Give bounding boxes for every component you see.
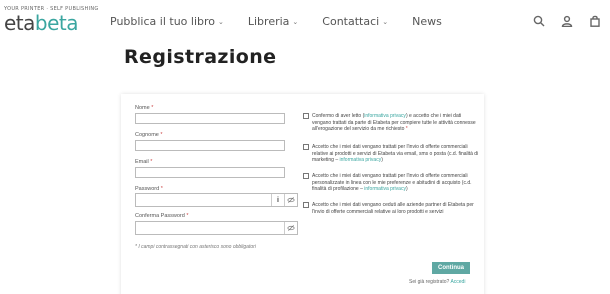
nav-contattaci[interactable]: Contattaci ⌄ xyxy=(322,15,388,28)
main-nav: Pubblica il tuo libro ⌄ Libreria ⌄ Contatt… xyxy=(110,15,442,28)
password-label: Password * xyxy=(135,186,163,192)
info-icon[interactable]: i xyxy=(271,194,284,206)
chevron-down-icon: ⌄ xyxy=(292,17,299,26)
page-title: Registrazione xyxy=(124,46,277,68)
consent-partners: Accetto che i miei dati vengano ceduti a… xyxy=(303,202,479,215)
privacy-link[interactable]: informativa privacy xyxy=(364,113,406,119)
nav-label: Pubblica il tuo libro xyxy=(110,15,215,28)
eye-off-icon[interactable] xyxy=(284,222,297,234)
header-icons xyxy=(518,14,602,28)
privacy-link[interactable]: informativa privacy xyxy=(340,157,382,163)
continua-button[interactable]: Continua xyxy=(432,262,470,274)
consent-profiling: Accetto che i miei dati vengano trattati… xyxy=(303,173,479,193)
password-input[interactable]: i xyxy=(135,193,298,207)
confirm-password-input[interactable] xyxy=(135,221,298,235)
name-input[interactable] xyxy=(135,113,285,124)
registration-form: Nome * Cognome * Email * Password * i Co… xyxy=(121,94,484,294)
email-label: Email * xyxy=(135,159,153,165)
nav-label: Libreria xyxy=(247,15,290,28)
login-prompt: Sei già registrato? Accedi xyxy=(409,279,466,285)
consent-checkbox[interactable] xyxy=(303,144,309,150)
required-note: * I campi contrassegnati con asterisco s… xyxy=(135,244,256,250)
consent-checkbox[interactable] xyxy=(303,173,309,179)
nav-label: News xyxy=(412,15,442,28)
etabeta-logo[interactable]: YOUR PRINTER · SELF PUBLISHING etabeta xyxy=(4,6,99,33)
consent-marketing: Accetto che i miei dati vengano trattati… xyxy=(303,144,479,164)
user-icon[interactable] xyxy=(560,14,574,28)
bag-icon[interactable] xyxy=(588,14,602,28)
consent-privacy: Confermo di aver letto (informativa priv… xyxy=(303,113,479,133)
confirm-password-label: Conferma Password * xyxy=(135,213,189,219)
surname-label: Cognome * xyxy=(135,132,163,138)
search-icon[interactable] xyxy=(532,14,546,28)
name-label: Nome * xyxy=(135,105,154,111)
consent-checkbox[interactable] xyxy=(303,202,309,208)
nav-libreria[interactable]: Libreria ⌄ xyxy=(248,15,298,28)
surname-input[interactable] xyxy=(135,140,285,151)
email-input[interactable] xyxy=(135,167,285,178)
nav-pubblica[interactable]: Pubblica il tuo libro ⌄ xyxy=(110,15,224,28)
consent-checkbox[interactable] xyxy=(303,113,309,119)
chevron-down-icon: ⌄ xyxy=(218,17,224,26)
eye-off-icon[interactable] xyxy=(284,194,297,206)
logo-wordmark: etabeta xyxy=(4,11,79,35)
chevron-down-icon: ⌄ xyxy=(382,17,389,26)
privacy-link[interactable]: informativa privacy xyxy=(364,186,406,192)
nav-label: Contattaci xyxy=(322,15,380,28)
login-link[interactable]: Accedi xyxy=(450,279,465,285)
nav-news[interactable]: News xyxy=(412,15,442,28)
site-header: YOUR PRINTER · SELF PUBLISHING etabeta P… xyxy=(0,0,610,44)
